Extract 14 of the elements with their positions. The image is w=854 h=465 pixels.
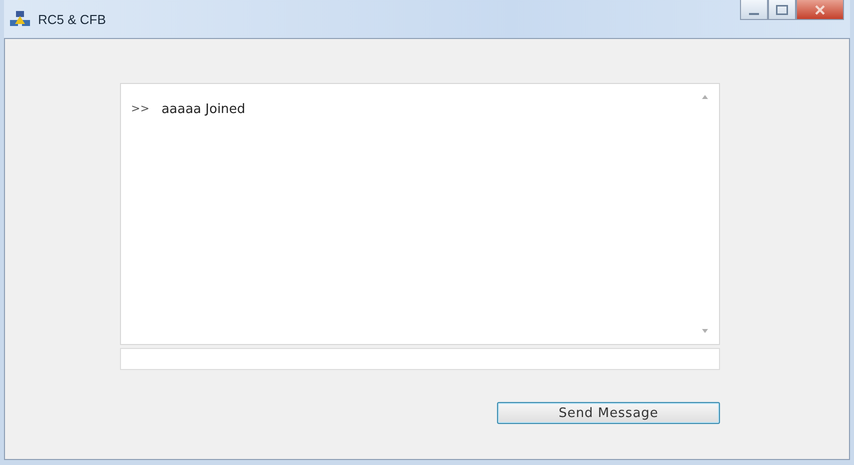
chat-message: aaaaa Joined: [161, 102, 246, 117]
maximize-button[interactable]: [768, 0, 796, 20]
app-icon: [10, 11, 30, 27]
close-icon: [815, 4, 825, 14]
minimize-button[interactable]: [740, 0, 768, 20]
window-title: RC5 & CFB: [38, 12, 106, 26]
send-message-button[interactable]: Send Message: [497, 402, 720, 424]
message-prefix: >>: [131, 102, 150, 117]
maximize-icon: [776, 4, 788, 14]
close-button[interactable]: [796, 0, 844, 20]
minimize-icon: [749, 12, 759, 14]
message-field[interactable]: [120, 348, 720, 370]
scroll-up-icon: [701, 94, 709, 100]
scroll-down-icon: [701, 328, 709, 334]
